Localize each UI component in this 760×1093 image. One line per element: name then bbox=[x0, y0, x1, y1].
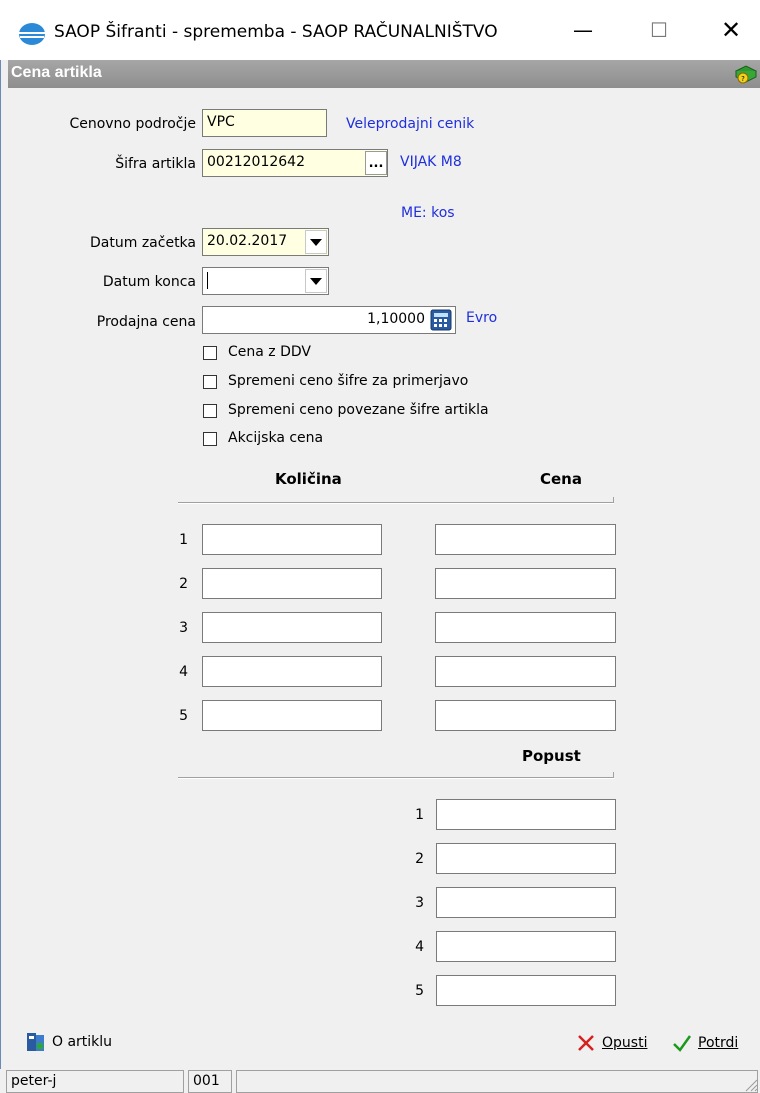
start-date-label: Datum začetka bbox=[90, 235, 196, 251]
price-with-vat-label: Cena z DDV bbox=[228, 344, 311, 360]
price-input-1[interactable] bbox=[435, 524, 616, 555]
discount-input-1[interactable] bbox=[436, 799, 616, 830]
sale-price-label: Prodajna cena bbox=[96, 314, 196, 330]
price-area-input[interactable]: VPC bbox=[202, 109, 327, 137]
discount-input-5[interactable] bbox=[436, 975, 616, 1006]
about-item-button[interactable]: O artiklu bbox=[26, 1031, 112, 1053]
price-input-3[interactable] bbox=[435, 612, 616, 643]
status-message bbox=[236, 1070, 758, 1093]
unit-text: ME: kos bbox=[401, 205, 455, 221]
divider-tick bbox=[613, 772, 614, 778]
discount-header: Popust bbox=[522, 747, 581, 765]
item-code-label: Šifra artikla bbox=[115, 156, 196, 172]
item-info-icon bbox=[27, 1033, 44, 1051]
status-code: 001 bbox=[188, 1070, 232, 1093]
discount-divider bbox=[178, 777, 614, 779]
confirm-button[interactable]: Potrdi bbox=[672, 1033, 738, 1053]
quantity-header: Količina bbox=[275, 470, 342, 488]
price-header: Cena bbox=[540, 470, 582, 488]
panel-title: Cena artikla bbox=[8, 60, 760, 88]
change-linked-price-checkbox[interactable] bbox=[203, 404, 217, 418]
currency-label: Evro bbox=[466, 310, 498, 326]
about-item-label: O artiklu bbox=[52, 1034, 113, 1050]
sale-price-input[interactable]: 1,10000 bbox=[202, 306, 456, 334]
quantity-price-divider bbox=[178, 502, 614, 504]
row-number: 3 bbox=[179, 620, 188, 636]
checkmark-icon bbox=[673, 1035, 692, 1052]
change-compare-price-checkbox[interactable] bbox=[203, 375, 217, 389]
promo-price-label: Akcijska cena bbox=[228, 430, 324, 446]
confirm-label: Potrdi bbox=[698, 1035, 739, 1051]
close-button[interactable]: ✕ bbox=[700, 0, 760, 60]
row-number: 4 bbox=[415, 939, 424, 955]
price-with-vat-checkbox[interactable] bbox=[203, 346, 217, 360]
quantity-input-2[interactable] bbox=[202, 568, 382, 599]
quantity-input-1[interactable] bbox=[202, 524, 382, 555]
row-number: 1 bbox=[415, 807, 424, 823]
cancel-x-icon bbox=[578, 1035, 594, 1051]
discount-input-4[interactable] bbox=[436, 931, 616, 962]
text-cursor bbox=[207, 272, 208, 289]
chevron-down-icon bbox=[310, 238, 322, 246]
maximize-button[interactable]: ☐ bbox=[628, 0, 690, 60]
row-number: 3 bbox=[415, 895, 424, 911]
start-date-dropdown-button[interactable] bbox=[305, 230, 327, 254]
promo-price-checkbox[interactable] bbox=[203, 432, 217, 446]
price-input-4[interactable] bbox=[435, 656, 616, 687]
minimize-button[interactable]: — bbox=[552, 0, 614, 60]
end-date-dropdown-button[interactable] bbox=[305, 269, 327, 293]
help-book-icon[interactable]: ? bbox=[734, 63, 758, 85]
item-browse-button[interactable]: ... bbox=[365, 151, 387, 175]
item-description: VIJAK M8 bbox=[400, 154, 462, 170]
chevron-down-icon bbox=[310, 277, 322, 285]
change-linked-price-label: Spremeni ceno povezane šifre artikla bbox=[228, 402, 489, 418]
discount-input-2[interactable] bbox=[436, 843, 616, 874]
row-number: 2 bbox=[415, 851, 424, 867]
price-area-description: Veleprodajni cenik bbox=[346, 116, 475, 132]
calculator-icon[interactable] bbox=[429, 308, 453, 332]
price-input-2[interactable] bbox=[435, 568, 616, 599]
quantity-input-3[interactable] bbox=[202, 612, 382, 643]
svg-text:?: ? bbox=[741, 75, 745, 83]
discount-input-3[interactable] bbox=[436, 887, 616, 918]
row-number: 1 bbox=[179, 532, 188, 548]
resize-grip-icon[interactable] bbox=[742, 1076, 758, 1092]
row-number: 2 bbox=[179, 576, 188, 592]
window-title: SAOP Šifranti - sprememba - SAOP RAČUNAL… bbox=[54, 22, 498, 42]
app-logo-icon bbox=[19, 23, 45, 45]
row-number: 5 bbox=[415, 983, 424, 999]
row-number: 4 bbox=[179, 664, 188, 680]
cancel-label: Opusti bbox=[602, 1035, 648, 1051]
divider-tick bbox=[613, 497, 614, 503]
quantity-input-5[interactable] bbox=[202, 700, 382, 731]
price-input-5[interactable] bbox=[435, 700, 616, 731]
cancel-button[interactable]: Opusti bbox=[576, 1033, 647, 1053]
row-number: 5 bbox=[179, 708, 188, 724]
status-user: peter-j bbox=[6, 1070, 184, 1093]
price-area-label: Cenovno področje bbox=[69, 116, 196, 132]
quantity-input-4[interactable] bbox=[202, 656, 382, 687]
item-code-input[interactable]: 00212012642 bbox=[202, 149, 388, 177]
change-compare-price-label: Spremeni ceno šifre za primerjavo bbox=[228, 373, 469, 389]
end-date-label: Datum konca bbox=[102, 274, 196, 290]
